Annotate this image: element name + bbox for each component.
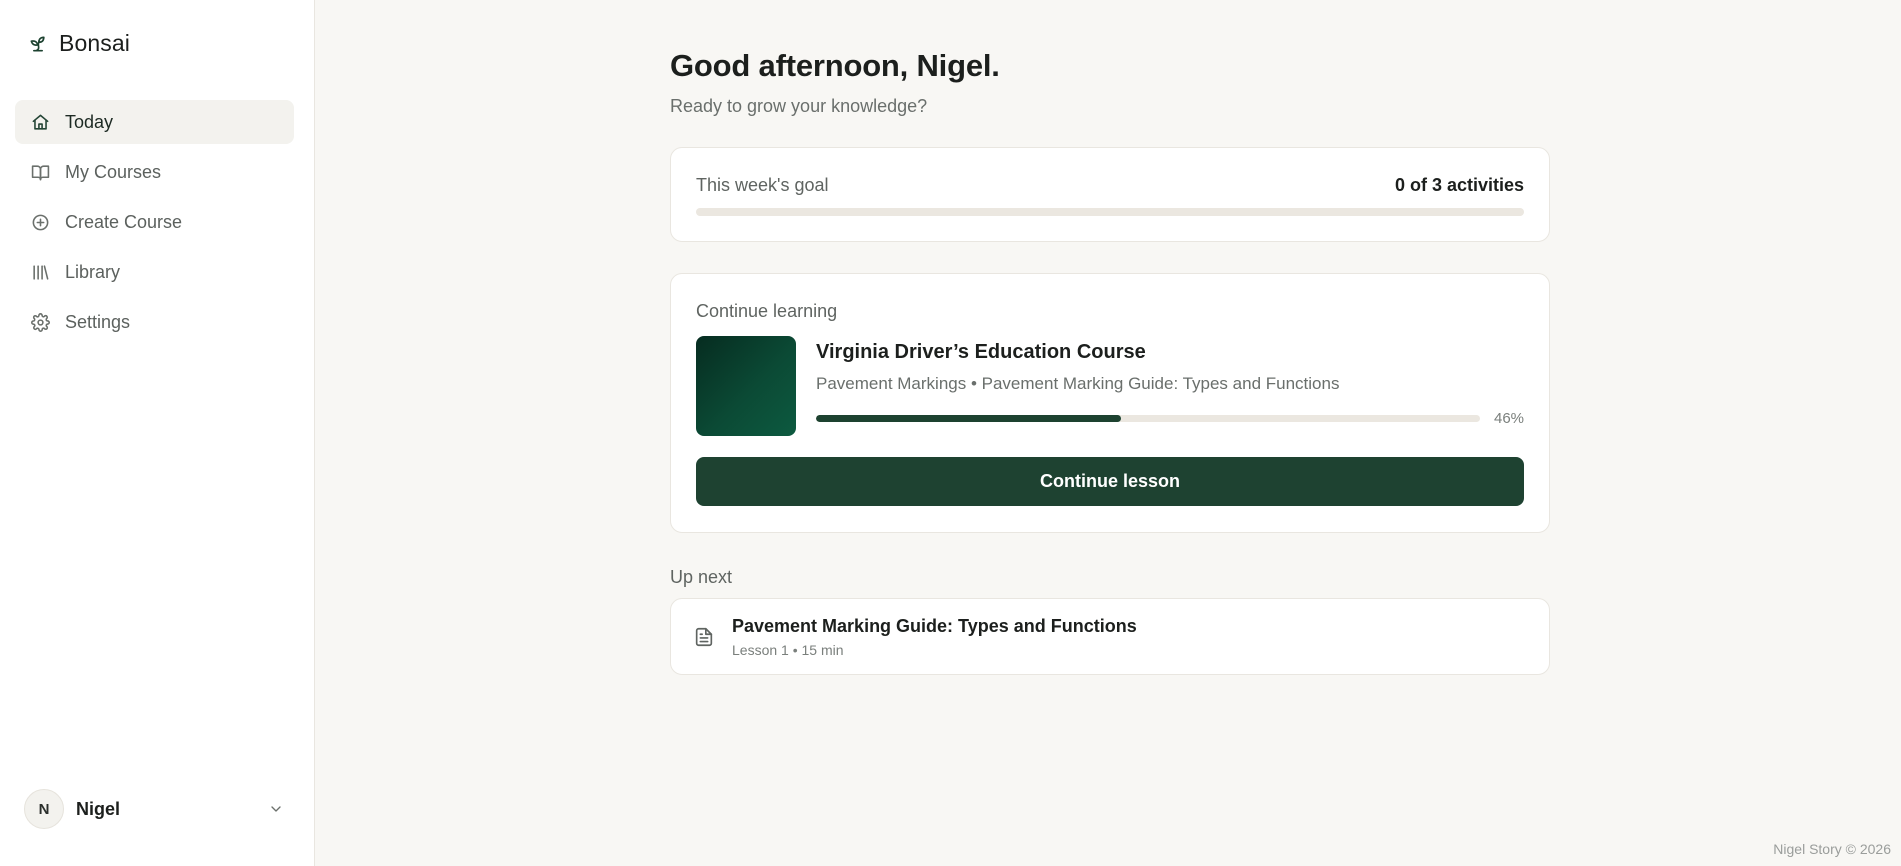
course-subtitle: Pavement Markings • Pavement Marking Gui… bbox=[816, 374, 1340, 393]
course-thumbnail bbox=[696, 336, 796, 436]
up-next-lesson-title: Pavement Marking Guide: Types and Functi… bbox=[732, 615, 1137, 636]
course-progress-fill bbox=[816, 415, 1122, 422]
weekly-goal-header: This week's goal 0 of 3 activities bbox=[696, 175, 1524, 196]
brand[interactable]: Bonsai bbox=[27, 30, 130, 57]
document-icon bbox=[692, 625, 716, 649]
course-progress: 46% bbox=[816, 410, 1524, 427]
course-summary[interactable]: Virginia Driver’s Education Course Pavem… bbox=[696, 336, 1524, 436]
dashboard: Good afternoon, Nigel. Ready to grow you… bbox=[670, 48, 1550, 675]
course-title: Virginia Driver’s Education Course bbox=[816, 341, 1146, 363]
weekly-goal-progress-bar bbox=[696, 208, 1524, 216]
brand-name: Bonsai bbox=[59, 30, 130, 56]
sidebar-item-today[interactable]: Today bbox=[15, 100, 294, 144]
chevron-down-icon[interactable] bbox=[266, 799, 286, 819]
sidebar-item-label: Settings bbox=[65, 311, 131, 332]
sidebar-item-library[interactable]: Library bbox=[15, 250, 294, 294]
continue-learning-label: Continue learning bbox=[696, 301, 838, 321]
continue-lesson-button[interactable]: Continue lesson bbox=[696, 457, 1524, 506]
up-next-lesson-meta: Lesson 1 • 15 min bbox=[732, 641, 844, 658]
weekly-goal-card: This week's goal 0 of 3 activities bbox=[670, 147, 1550, 242]
up-next-lesson-info: Pavement Marking Guide: Types and Functi… bbox=[732, 616, 1137, 658]
library-icon bbox=[30, 262, 50, 282]
sidebar-item-my-courses[interactable]: My Courses bbox=[15, 150, 294, 194]
user-menu[interactable]: N Nigel bbox=[24, 788, 286, 830]
sidebar-nav: Today My Courses Create Course Library S… bbox=[15, 100, 294, 350]
footer-copyright: Nigel Story © 2026 bbox=[1773, 841, 1891, 857]
weekly-goal-value: 0 of 3 activities bbox=[1394, 175, 1524, 195]
up-next-lesson-card[interactable]: Pavement Marking Guide: Types and Functi… bbox=[670, 598, 1550, 675]
app: Bonsai Today My Courses Create Course Li… bbox=[0, 0, 1901, 866]
course-progress-percent: 46% bbox=[1494, 410, 1525, 427]
sprout-icon bbox=[27, 33, 49, 55]
main-content: Good afternoon, Nigel. Ready to grow you… bbox=[315, 0, 1901, 866]
sidebar-item-create-course[interactable]: Create Course bbox=[15, 200, 294, 244]
page-subtitle: Ready to grow your knowledge? bbox=[670, 96, 928, 116]
sidebar-item-settings[interactable]: Settings bbox=[15, 300, 294, 344]
sidebar: Bonsai Today My Courses Create Course Li… bbox=[0, 0, 315, 866]
up-next-label: Up next bbox=[670, 567, 733, 587]
course-progress-bar bbox=[816, 415, 1480, 422]
course-info: Virginia Driver’s Education Course Pavem… bbox=[816, 336, 1524, 436]
gear-icon bbox=[30, 312, 50, 332]
home-icon bbox=[30, 112, 50, 132]
page-title: Good afternoon, Nigel. bbox=[670, 48, 1000, 83]
sidebar-item-label: Library bbox=[65, 261, 121, 282]
user-name: Nigel bbox=[76, 798, 121, 819]
sidebar-item-label: My Courses bbox=[65, 161, 162, 182]
avatar: N bbox=[24, 789, 64, 829]
plus-circle-icon bbox=[30, 212, 50, 232]
sidebar-item-label: Today bbox=[65, 111, 114, 132]
continue-learning-card: Continue learning Virginia Driver’s Educ… bbox=[670, 273, 1550, 533]
book-open-icon bbox=[30, 162, 50, 182]
weekly-goal-label: This week's goal bbox=[696, 175, 829, 195]
sidebar-item-label: Create Course bbox=[65, 211, 183, 232]
